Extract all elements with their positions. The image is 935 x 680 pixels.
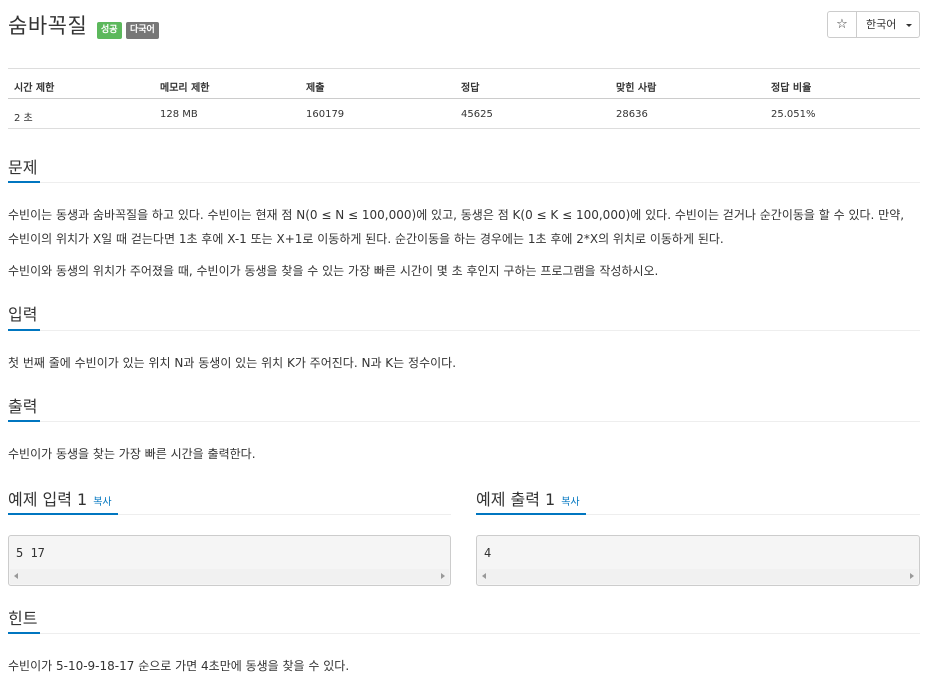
sample-output-title-row: 예제 출력 1 복사 [476, 486, 580, 510]
value-solvers: 28636 [616, 109, 648, 120]
header-time-limit: 시간 제한 [14, 83, 55, 94]
star-button[interactable]: ☆ [827, 11, 857, 38]
sample-output-underline [476, 513, 586, 515]
language-label: 한국어 [866, 18, 897, 31]
sample-input-box[interactable]: 5 17 [8, 535, 451, 586]
value-memory-limit: 128 MB [160, 109, 198, 120]
star-icon: ☆ [836, 17, 848, 32]
scroll-right-icon[interactable] [441, 573, 445, 579]
output-divider [8, 421, 920, 422]
description-divider [8, 182, 920, 183]
value-accepted: 45625 [461, 109, 493, 120]
sample-output-box[interactable]: 4 [476, 535, 920, 586]
header-accepted: 정답 [461, 83, 480, 94]
input-divider [8, 330, 920, 331]
sample-output-scrollbar[interactable] [478, 569, 918, 584]
scroll-left-icon[interactable] [482, 573, 486, 579]
hint-heading-underline [8, 632, 40, 634]
success-badge: 성공 [97, 22, 122, 39]
output-text: 수빈이가 동생을 찾는 가장 빠른 시간을 출력한다. [8, 447, 256, 461]
description-heading-underline [8, 181, 40, 183]
copy-sample-input-link[interactable]: 복사 [93, 497, 111, 508]
input-heading-underline [8, 329, 40, 331]
value-accept-ratio: 25.051% [771, 109, 816, 120]
value-submissions: 160179 [306, 109, 345, 120]
header-solvers: 맞힌 사람 [616, 83, 657, 94]
output-heading-underline [8, 420, 40, 422]
hint-divider [8, 633, 920, 634]
chevron-down-icon [906, 24, 912, 27]
input-text: 첫 번째 줄에 수빈이가 있는 위치 N과 동생이 있는 위치 K가 주어진다.… [8, 356, 457, 370]
table-header-border [8, 98, 920, 99]
table-top-border [8, 68, 920, 69]
hint-heading: 힌트 [8, 609, 38, 628]
copy-sample-output-link[interactable]: 복사 [561, 497, 579, 508]
sample-input-title-row: 예제 입력 1 복사 [8, 486, 112, 510]
description-heading: 문제 [8, 158, 38, 177]
language-dropdown[interactable]: 한국어 [856, 11, 920, 38]
description-text-line-2: 수빈이의 위치가 X일 때 걷는다면 1초 후에 X-1 또는 X+1로 이동하… [8, 232, 724, 246]
header-accept-ratio: 정답 비율 [771, 83, 812, 94]
header-submissions: 제출 [306, 83, 325, 94]
sample-input-value: 5 17 [16, 546, 45, 560]
sample-output-value: 4 [484, 546, 492, 560]
output-heading: 출력 [8, 397, 38, 416]
header-memory-limit: 메모리 제한 [160, 83, 210, 94]
hint-text: 수빈이가 5-10-9-18-17 순으로 가면 4초만에 동생을 찾을 수 있… [8, 659, 350, 673]
description-text-2: 수빈이와 동생의 위치가 주어졌을 때, 수빈이가 동생을 찾을 수 있는 가장… [8, 264, 659, 278]
sample-input-title: 예제 입력 1 [8, 490, 88, 509]
scroll-left-icon[interactable] [14, 573, 18, 579]
sample-input-scrollbar[interactable] [10, 569, 449, 584]
sample-input-underline [8, 513, 118, 515]
value-time-limit: 2 초 [14, 113, 33, 124]
multilanguage-badge: 다국어 [126, 22, 159, 39]
table-bottom-border [8, 128, 920, 129]
scroll-right-icon[interactable] [910, 573, 914, 579]
description-text-line-1: 수빈이는 동생과 숨바꼭질을 하고 있다. 수빈이는 현재 점 N(0 ≤ N … [8, 208, 905, 222]
sample-output-title: 예제 출력 1 [476, 490, 556, 509]
input-heading: 입력 [8, 305, 38, 324]
problem-title: 숨바꼭질 [8, 14, 88, 38]
